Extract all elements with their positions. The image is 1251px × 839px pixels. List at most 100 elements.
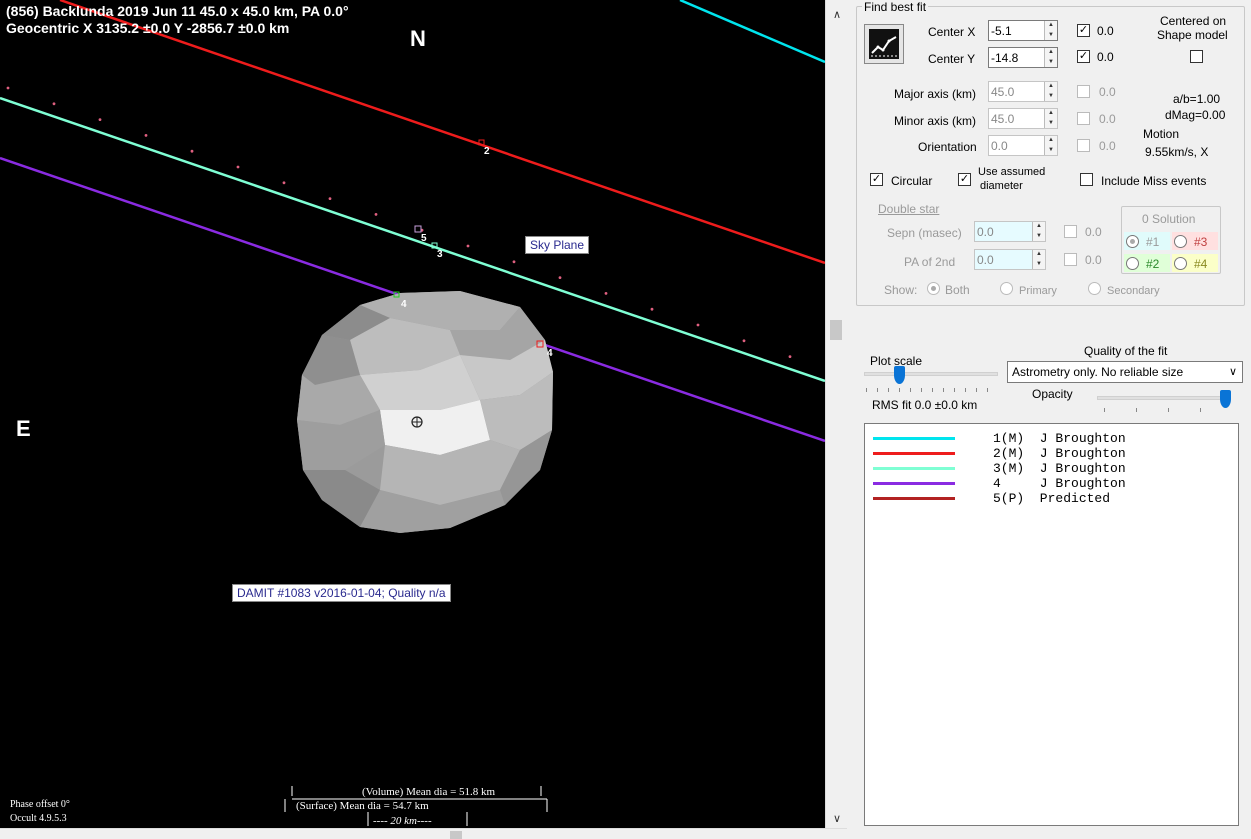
center-y-input[interactable] <box>989 48 1045 67</box>
solution-4-radio[interactable] <box>1174 257 1187 270</box>
predicted-dot <box>374 213 378 216</box>
spin-down-icon[interactable]: ▼ <box>1045 119 1057 129</box>
chord-label-5: 5 <box>421 233 427 244</box>
observer-color-swatch <box>873 497 955 500</box>
north-label: N <box>410 26 426 51</box>
use-assumed-checkbox[interactable]: ✓ <box>958 173 971 186</box>
sepn-check-label: 0.0 <box>1085 225 1102 239</box>
predicted-dot <box>52 102 56 106</box>
spin-up-icon[interactable]: ▲ <box>1045 109 1057 119</box>
predicted-dot <box>236 165 240 169</box>
scroll-thumb[interactable] <box>830 320 842 340</box>
sepn-input[interactable] <box>975 222 1032 241</box>
spin-down-icon[interactable]: ▼ <box>1033 232 1045 242</box>
spin-up-icon[interactable]: ▲ <box>1033 222 1045 232</box>
chord-label-2: 2 <box>484 146 490 157</box>
show-both-radio[interactable] <box>927 282 940 295</box>
double-star-link[interactable]: Double star <box>878 202 939 216</box>
spin-up-icon[interactable]: ▲ <box>1045 82 1057 92</box>
minor-axis-input[interactable] <box>989 109 1045 128</box>
circular-checkbox[interactable]: ✓ <box>870 173 883 186</box>
center-x-input[interactable] <box>989 21 1045 40</box>
scroll-down-icon[interactable]: ∨ <box>826 812 848 825</box>
pa2-checkbox[interactable] <box>1064 253 1077 266</box>
surface-mean-diameter: (Surface) Mean dia = 54.7 km <box>296 800 429 812</box>
major-axis-checkbox[interactable] <box>1077 85 1090 98</box>
observer-color-swatch <box>873 452 955 455</box>
observer-row[interactable]: 1(M) J Broughton <box>873 431 1233 446</box>
plot-area[interactable]: (856) Backlunda 2019 Jun 11 45.0 x 45.0 … <box>0 0 825 828</box>
sepn-checkbox[interactable] <box>1064 225 1077 238</box>
quality-select[interactable]: Astrometry only. No reliable size ∨ <box>1007 361 1243 383</box>
predicted-dot <box>696 323 700 327</box>
plot-scale-thumb[interactable] <box>893 366 905 384</box>
scroll-up-icon[interactable]: ∧ <box>826 8 848 21</box>
hscroll-thumb[interactable] <box>450 831 462 839</box>
orientation-check-label: 0.0 <box>1099 139 1116 153</box>
minor-axis-stepper[interactable]: ▲▼ <box>988 108 1058 129</box>
chord-label-4b: 4 <box>547 348 553 359</box>
observer-color-swatch <box>873 437 955 440</box>
minor-axis-check-label: 0.0 <box>1099 112 1116 126</box>
observer-row[interactable]: 2(M) J Broughton <box>873 446 1233 461</box>
center-y-check-label: 0.0 <box>1097 50 1114 64</box>
pa2-input[interactable] <box>975 250 1032 269</box>
solution-2-radio[interactable] <box>1126 257 1139 270</box>
observer-row[interactable]: 3(M) J Broughton <box>873 461 1233 476</box>
motion-label: Motion <box>1143 127 1180 141</box>
observer-label: 1(M) J Broughton <box>993 431 1126 446</box>
centered-on-shape-checkbox[interactable] <box>1190 50 1203 63</box>
orientation-stepper[interactable]: ▲▼ <box>988 135 1058 156</box>
spin-down-icon[interactable]: ▼ <box>1045 92 1057 102</box>
solution-3-radio[interactable] <box>1174 235 1187 248</box>
minor-axis-checkbox[interactable] <box>1077 112 1090 125</box>
vertical-scrollbar[interactable]: ∧ ∨ <box>825 0 847 828</box>
observer-row[interactable]: 4 J Broughton <box>873 476 1233 491</box>
pa2-check-label: 0.0 <box>1085 253 1102 267</box>
orientation-checkbox[interactable] <box>1077 139 1090 152</box>
quality-select-value: Astrometry only. No reliable size <box>1012 365 1184 379</box>
scale-bar-label: ---- 20 km---- <box>373 815 432 827</box>
chord-1-cyan <box>679 0 825 64</box>
center-x-label: Center X <box>928 25 976 39</box>
pa2-stepper[interactable]: ▲▼ <box>974 249 1046 270</box>
find-best-fit-title: Find best fit <box>862 0 929 14</box>
solution-1-label: #1 <box>1146 235 1160 249</box>
spin-down-icon[interactable]: ▼ <box>1033 260 1045 270</box>
predicted-dot <box>144 134 148 137</box>
plot-scale-track[interactable] <box>864 372 998 376</box>
spin-up-icon[interactable]: ▲ <box>1045 48 1057 58</box>
include-miss-checkbox[interactable] <box>1080 173 1093 186</box>
orientation-input[interactable] <box>989 136 1045 155</box>
spin-down-icon[interactable]: ▼ <box>1045 58 1057 68</box>
center-y-stepper[interactable]: ▲▼ <box>988 47 1058 68</box>
spin-up-icon[interactable]: ▲ <box>1045 21 1057 31</box>
find-best-fit-button[interactable] <box>864 24 904 64</box>
show-secondary-radio[interactable] <box>1088 282 1101 295</box>
observer-list[interactable]: 1(M) J Broughton 2(M) J Broughton 3(M) J B… <box>864 423 1239 826</box>
observer-row[interactable]: 5(P) Predicted <box>873 491 1233 506</box>
centered-on-label-2: Shape model <box>1157 28 1228 42</box>
opacity-track[interactable] <box>1097 396 1231 400</box>
observer-label: 4 J Broughton <box>993 476 1126 491</box>
show-both-label: Both <box>945 283 970 297</box>
phase-offset: Phase offset 0° <box>10 799 70 810</box>
opacity-thumb[interactable] <box>1220 390 1232 408</box>
sepn-stepper[interactable]: ▲▼ <box>974 221 1046 242</box>
spin-down-icon[interactable]: ▼ <box>1045 146 1057 156</box>
predicted-dot <box>742 339 746 343</box>
center-x-checkbox[interactable]: ✓ <box>1077 24 1090 37</box>
major-axis-stepper[interactable]: ▲▼ <box>988 81 1058 102</box>
centered-on-label-1: Centered on <box>1160 14 1227 28</box>
show-primary-radio[interactable] <box>1000 282 1013 295</box>
major-axis-input[interactable] <box>989 82 1045 101</box>
center-y-checkbox[interactable]: ✓ <box>1077 50 1090 63</box>
spin-up-icon[interactable]: ▲ <box>1033 250 1045 260</box>
center-x-stepper[interactable]: ▲▼ <box>988 20 1058 41</box>
volume-mean-diameter: (Volume) Mean dia = 51.8 km <box>362 786 496 798</box>
horizontal-scrollbar[interactable] <box>0 828 847 839</box>
spin-down-icon[interactable]: ▼ <box>1045 31 1057 41</box>
predicted-dot <box>466 244 470 248</box>
spin-up-icon[interactable]: ▲ <box>1045 136 1057 146</box>
solution-1-radio[interactable] <box>1126 235 1139 248</box>
